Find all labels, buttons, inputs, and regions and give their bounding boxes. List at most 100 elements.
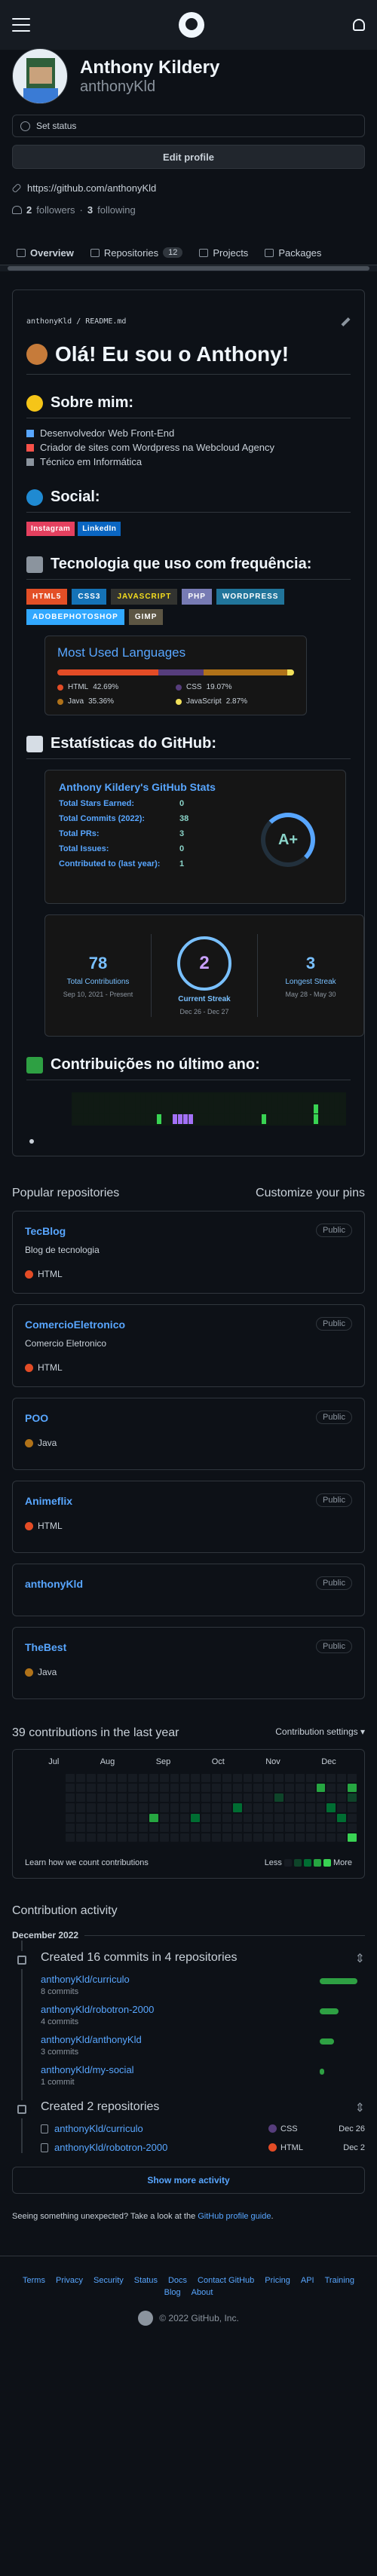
calendar-day [211,1784,221,1793]
snake-cell [282,1114,287,1124]
languages-card: Most Used Languages HTML 42.69% CSS 19.07%… [44,636,307,715]
learn-contributions-link[interactable]: Learn how we count contributions [25,1858,149,1867]
laptop-icon [26,556,43,573]
photoshop-badge[interactable]: ADOBEPHOTOSHOP [26,609,124,625]
tab-overview[interactable]: Overview [17,240,74,265]
snake-cell [271,1094,277,1104]
footer-link[interactable]: Training [325,2276,354,2285]
github-logo-icon[interactable] [179,12,204,38]
calendar-day [211,1823,221,1832]
longest-streak-value: 3 [305,953,316,973]
repo-name-link[interactable]: anthonyKld [25,1578,83,1590]
calendar-day [138,1784,148,1793]
calendar-day [326,1803,336,1812]
about-list: Desenvolvedor Web Front-End Criador de s… [26,426,351,469]
followers-label[interactable]: followers [36,204,75,216]
edit-profile-button[interactable]: Edit profile [12,145,365,169]
footer-link[interactable]: Terms [23,2276,45,2285]
calendar-day [284,1784,294,1793]
gimp-badge[interactable]: GIMP [128,609,164,625]
instagram-badge[interactable]: Instagram [26,522,75,536]
css3-badge[interactable]: CSS3 [72,589,107,605]
footer-link[interactable]: API [301,2276,314,2285]
table-icon [199,248,209,257]
tab-packages[interactable]: Packages [265,240,321,265]
snake-cell [136,1104,141,1114]
javascript-badge[interactable]: JAVASCRIPT [111,589,178,605]
calendar-day [348,1774,357,1783]
footer-link[interactable]: Security [93,2276,124,2285]
tab-repositories[interactable]: Repositories 12 [90,240,183,265]
footer-link[interactable]: Status [134,2276,158,2285]
commit-count: 3 commits [41,2048,79,2057]
snake-cell [115,1104,120,1114]
snake-cell [115,1114,120,1124]
language-bar-segment [203,669,287,675]
footer-link[interactable]: Docs [168,2276,187,2285]
calendar-day [159,1813,169,1822]
contribution-settings-button[interactable]: Contribution settings ▾ [275,1726,365,1740]
bell-icon[interactable] [353,19,365,31]
following-count[interactable]: 3 [87,204,93,216]
repo-name-link[interactable]: ComercioEletronico [25,1319,125,1331]
commit-repo-link[interactable]: anthonyKld/curriculo [41,1974,130,1985]
footer-link[interactable]: Pricing [265,2276,290,2285]
calendar-day [107,1833,117,1842]
created-repo-link[interactable]: anthonyKld/curriculo [54,2123,262,2134]
set-status-button[interactable]: Set status [12,115,365,137]
snake-cell [319,1094,324,1104]
repo-name-link[interactable]: POO [25,1412,48,1424]
calendar-day [348,1793,357,1803]
repo-name-link[interactable]: TheBest [25,1641,66,1653]
calendar-day [305,1803,315,1812]
commit-repo-link[interactable]: anthonyKld/my-social [41,2064,134,2075]
calendar-day [180,1784,190,1793]
tab-projects[interactable]: Projects [199,240,248,265]
linkedin-badge[interactable]: LinkedIn [78,522,121,536]
expand-icon[interactable]: ⇕ [355,2100,365,2115]
calendar-day [222,1813,231,1822]
current-streak-ring: 2 [177,936,231,991]
calendar-day [295,1813,305,1822]
following-label[interactable]: following [97,204,136,216]
calendar-day [191,1774,201,1783]
calendar-day [149,1784,158,1793]
languages-title: Most Used Languages [57,645,186,660]
snake-cell [266,1114,271,1124]
commit-repo-link[interactable]: anthonyKld/robotron-2000 [41,2004,154,2015]
menu-icon[interactable] [12,18,30,32]
followers-count[interactable]: 2 [26,204,32,216]
footer-link[interactable]: Contact GitHub [198,2276,254,2285]
calendar-day [138,1793,148,1803]
expand-icon[interactable]: ⇕ [355,1951,365,1966]
tabs-scrollbar[interactable] [0,265,377,271]
calendar-day [337,1803,347,1812]
avatar[interactable] [12,48,68,104]
snake-cell [73,1104,78,1114]
commit-repo-link[interactable]: anthonyKld/anthonyKld [41,2034,142,2045]
language-name: Java [38,1667,57,1677]
html5-badge[interactable]: HTML5 [26,589,68,605]
repo-name-link[interactable]: Animeflix [25,1495,72,1507]
readme-path[interactable]: anthonyKld / README.md [26,317,126,326]
show-more-activity-button[interactable]: Show more activity [12,2167,365,2194]
calendar-day [149,1774,158,1783]
repo-language: CSS [268,2124,329,2133]
created-repo-link[interactable]: anthonyKld/robotron-2000 [54,2142,262,2153]
snake-cell [162,1114,167,1124]
calendar-day [170,1823,179,1832]
calendar-day [118,1833,127,1842]
calendar-day [337,1823,347,1832]
profile-guide-link[interactable]: GitHub profile guide [198,2212,271,2221]
footer-link[interactable]: About [192,2288,213,2297]
profile-header: Anthony Kildery anthonyKld Set status Ed… [0,48,377,216]
customize-pins-link[interactable]: Customize your pins [256,1187,365,1200]
php-badge[interactable]: PHP [182,589,212,605]
footer-link[interactable]: Blog [164,2288,181,2297]
profile-url-link[interactable]: https://github.com/anthonyKld [27,182,156,194]
footer-link[interactable]: Privacy [56,2276,83,2285]
calendar-day [316,1803,326,1812]
pencil-icon[interactable] [341,317,351,327]
repo-name-link[interactable]: TecBlog [25,1225,66,1237]
wordpress-badge[interactable]: WORDPRESS [216,589,285,605]
